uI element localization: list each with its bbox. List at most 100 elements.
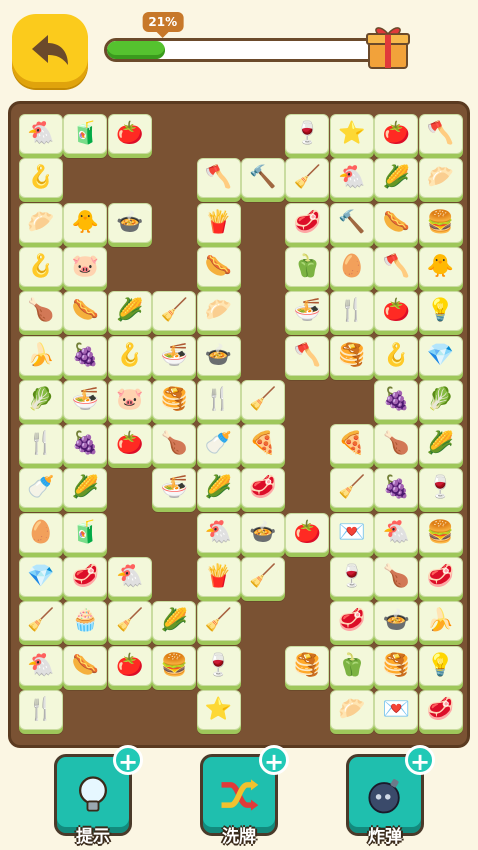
bomb-button[interactable]: + 炸弹: [346, 745, 435, 847]
tile-hotdog[interactable]: 🌭: [374, 202, 419, 243]
tile-chicken[interactable]: 🐔: [19, 114, 63, 154]
tile-dumpling[interactable]: 🥟: [19, 202, 63, 243]
tile-broom[interactable]: 🧹: [329, 468, 374, 509]
tile-burger[interactable]: 🍔: [152, 645, 197, 686]
tile-steak[interactable]: 🥩: [418, 689, 463, 730]
tile-steak[interactable]: 🥩: [418, 557, 463, 597]
tile-grapes[interactable]: 🍇: [63, 424, 108, 465]
tile-burger[interactable]: 🍔: [418, 512, 463, 553]
tile-steak[interactable]: 🥩: [241, 468, 285, 509]
tile-shovel[interactable]: 🧹: [152, 291, 197, 332]
tile-noodles[interactable]: 🍜: [152, 335, 197, 376]
tile-hotdog[interactable]: 🌭: [196, 246, 241, 287]
tile-axe[interactable]: 🪓: [418, 114, 463, 154]
tile-grapes[interactable]: 🍇: [374, 468, 419, 509]
tile-tomato[interactable]: 🍅: [374, 291, 419, 332]
tile-star[interactable]: ⭐: [196, 689, 241, 730]
tile-stew[interactable]: 🍲: [196, 335, 241, 376]
tile-hammer[interactable]: 🔨: [241, 158, 285, 199]
tile-greens[interactable]: 🥬: [19, 379, 63, 420]
tile-pizza[interactable]: 🍕: [241, 424, 285, 465]
tile-wine[interactable]: 🍷: [329, 557, 374, 597]
tile-dumpling[interactable]: 🥟: [329, 689, 374, 730]
hint-add-button[interactable]: +: [113, 745, 143, 776]
tile-hook[interactable]: 🪝: [374, 335, 419, 376]
tile-fries[interactable]: 🍟: [196, 202, 241, 243]
tile-broom[interactable]: 🧹: [241, 379, 285, 420]
tile-wine[interactable]: 🍷: [285, 114, 330, 154]
tile-wine[interactable]: 🍷: [196, 645, 241, 686]
tile-pig[interactable]: 🐷: [63, 246, 108, 287]
tile-axe[interactable]: 🪓: [196, 158, 241, 199]
tile-chicken[interactable]: 🐔: [329, 158, 374, 199]
tile-noodles[interactable]: 🍜: [152, 468, 197, 509]
tile-banana[interactable]: 🍌: [19, 335, 63, 376]
tile-letter[interactable]: 💌: [374, 689, 419, 730]
tile-shovel[interactable]: 🧹: [196, 601, 241, 642]
gift-box-icon[interactable]: [364, 22, 412, 70]
tile-hotdog[interactable]: 🌭: [63, 645, 108, 686]
tile-fork[interactable]: 🍴: [329, 291, 374, 332]
tile-drumstick[interactable]: 🍗: [374, 424, 419, 465]
tile-gem[interactable]: 💎: [418, 335, 463, 376]
tile-hotdog[interactable]: 🌭: [63, 291, 108, 332]
tile-chicken[interactable]: 🐔: [196, 512, 241, 553]
tile-stew[interactable]: 🍲: [107, 202, 152, 243]
tile-drumstick[interactable]: 🍗: [374, 557, 419, 597]
tile-cup[interactable]: 🧃: [63, 512, 108, 553]
tile-egg[interactable]: 🥚: [19, 512, 63, 553]
tile-corn[interactable]: 🌽: [107, 291, 152, 332]
tile-noodles[interactable]: 🍜: [63, 379, 108, 420]
tile-corn[interactable]: 🌽: [418, 424, 463, 465]
tile-corn[interactable]: 🌽: [152, 601, 197, 642]
tile-letter[interactable]: 💌: [329, 512, 374, 553]
tile-fries[interactable]: 🍟: [196, 557, 241, 597]
tile-burger[interactable]: 🍔: [418, 202, 463, 243]
tile-pancake[interactable]: 🥞: [374, 645, 419, 686]
tile-steak[interactable]: 🥩: [329, 601, 374, 642]
tile-egg[interactable]: 🥚: [329, 246, 374, 287]
tile-pancake[interactable]: 🥞: [285, 645, 330, 686]
shuffle-add-button[interactable]: +: [259, 745, 289, 776]
tile-pepper[interactable]: 🫑: [285, 246, 330, 287]
tile-wine[interactable]: 🍷: [418, 468, 463, 509]
tile-grapes[interactable]: 🍇: [63, 335, 108, 376]
tile-chicken[interactable]: 🐔: [19, 645, 63, 686]
tile-fork[interactable]: 🍴: [19, 424, 63, 465]
tile-steak[interactable]: 🥩: [285, 202, 330, 243]
tile-pig[interactable]: 🐷: [107, 379, 152, 420]
tile-hook[interactable]: 🪝: [19, 158, 63, 199]
tile-hook[interactable]: 🪝: [107, 335, 152, 376]
tile-dumpling[interactable]: 🥟: [418, 158, 463, 199]
tile-corn[interactable]: 🌽: [196, 468, 241, 509]
tile-shovel[interactable]: 🧹: [107, 601, 152, 642]
tile-pizza[interactable]: 🍕: [329, 424, 374, 465]
tile-tomato[interactable]: 🍅: [285, 512, 330, 553]
tile-chicken[interactable]: 🐔: [374, 512, 419, 553]
back-button[interactable]: [12, 14, 88, 88]
tile-broom[interactable]: 🧹: [285, 158, 330, 199]
tile-shovel[interactable]: 🧹: [19, 601, 63, 642]
tile-broom[interactable]: 🧹: [241, 557, 285, 597]
tile-pancake[interactable]: 🥞: [152, 379, 197, 420]
tile-bottle[interactable]: 🍼: [196, 424, 241, 465]
tile-stew[interactable]: 🍲: [241, 512, 285, 553]
tile-chicken[interactable]: 🐔: [107, 557, 152, 597]
tile-fork[interactable]: 🍴: [196, 379, 241, 420]
tile-banana[interactable]: 🍌: [418, 601, 463, 642]
tile-axe[interactable]: 🪓: [374, 246, 419, 287]
tile-drumstick[interactable]: 🍗: [152, 424, 197, 465]
tile-axe[interactable]: 🪓: [285, 335, 330, 376]
tile-chick[interactable]: 🐥: [418, 246, 463, 287]
tile-pepper[interactable]: 🫑: [329, 645, 374, 686]
tile-hook[interactable]: 🪝: [19, 246, 63, 287]
shuffle-button[interactable]: + 洗牌: [200, 745, 289, 847]
tile-dumpling[interactable]: 🥟: [196, 291, 241, 332]
tile-bottle[interactable]: 🍼: [19, 468, 63, 509]
tile-drumstick[interactable]: 🍗: [19, 291, 63, 332]
hint-button[interactable]: + 提示: [54, 745, 143, 847]
tile-tomato[interactable]: 🍅: [107, 114, 152, 154]
tile-corn[interactable]: 🌽: [374, 158, 419, 199]
tile-steak[interactable]: 🥩: [63, 557, 108, 597]
tile-stew[interactable]: 🍲: [374, 601, 419, 642]
